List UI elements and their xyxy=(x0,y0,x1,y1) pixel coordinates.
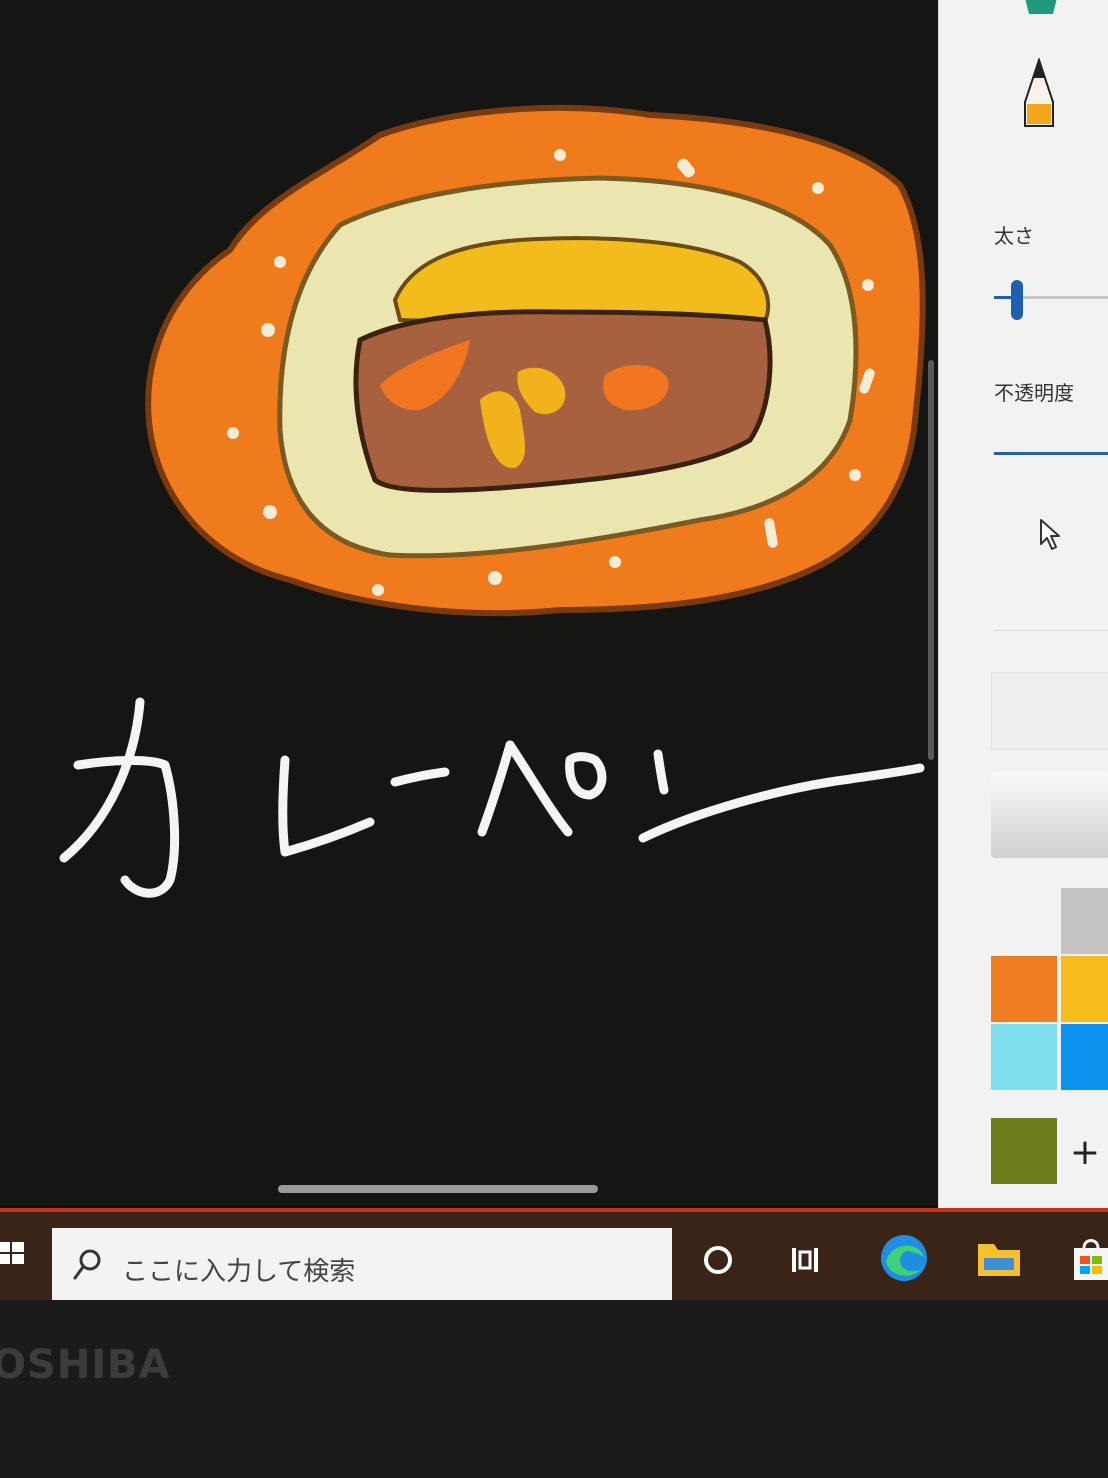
thickness-label: 太さ xyxy=(994,224,1034,248)
swatch-yellow[interactable] xyxy=(1061,956,1108,1022)
panel-divider xyxy=(994,630,1108,631)
windows-taskbar: ここに入力して検索 xyxy=(0,1208,1108,1300)
swatch-orange[interactable] xyxy=(991,956,1057,1022)
cortana-icon[interactable] xyxy=(702,1240,734,1280)
mouse-pointer-icon xyxy=(1040,519,1060,550)
search-icon xyxy=(73,1249,101,1280)
opacity-slider[interactable] xyxy=(994,452,1108,455)
laptop-bezel: OSHIBA xyxy=(0,1300,1108,1478)
search-placeholder: ここに入力して検索 xyxy=(122,1257,356,1287)
swatch-light-cyan[interactable] xyxy=(991,1024,1057,1090)
swatch-white[interactable] xyxy=(991,888,1057,954)
file-explorer-icon[interactable] xyxy=(976,1236,1022,1280)
task-view-icon[interactable] xyxy=(788,1240,828,1280)
thickness-slider-thumb[interactable] xyxy=(1011,280,1023,320)
swatch-light-gray[interactable] xyxy=(1061,888,1108,954)
swatch-blue[interactable] xyxy=(1061,1024,1108,1090)
brush-preview-empty xyxy=(991,672,1108,750)
pencil-tool-icon[interactable] xyxy=(1021,58,1057,128)
handwritten-curry-pan-strokes xyxy=(59,697,925,898)
opacity-label: 不透明度 xyxy=(994,381,1074,405)
brush-stroke-preview xyxy=(991,772,1108,858)
drawing-canvas[interactable] xyxy=(0,0,938,1205)
add-color-button[interactable]: + xyxy=(1061,1120,1108,1186)
screen: 太さ 不透明度 + ここに入力して検索 xyxy=(0,0,1108,1300)
store-icon[interactable] xyxy=(1070,1234,1108,1282)
edge-browser-icon[interactable] xyxy=(878,1232,930,1284)
windows-start-icon[interactable] xyxy=(0,1234,28,1274)
swatch-olive[interactable] xyxy=(991,1118,1057,1184)
canvas-horizontal-scrollbar[interactable] xyxy=(278,1185,598,1193)
taskbar-search-box[interactable]: ここに入力して検索 xyxy=(52,1228,672,1300)
marker-tool-icon[interactable] xyxy=(1019,0,1063,22)
curry-bread-drawing xyxy=(59,104,926,898)
brand-logo-text: OSHIBA xyxy=(0,1342,171,1388)
panel-vertical-scrollbar[interactable] xyxy=(928,360,934,760)
brush-settings-panel: 太さ 不透明度 + xyxy=(938,0,1108,1222)
